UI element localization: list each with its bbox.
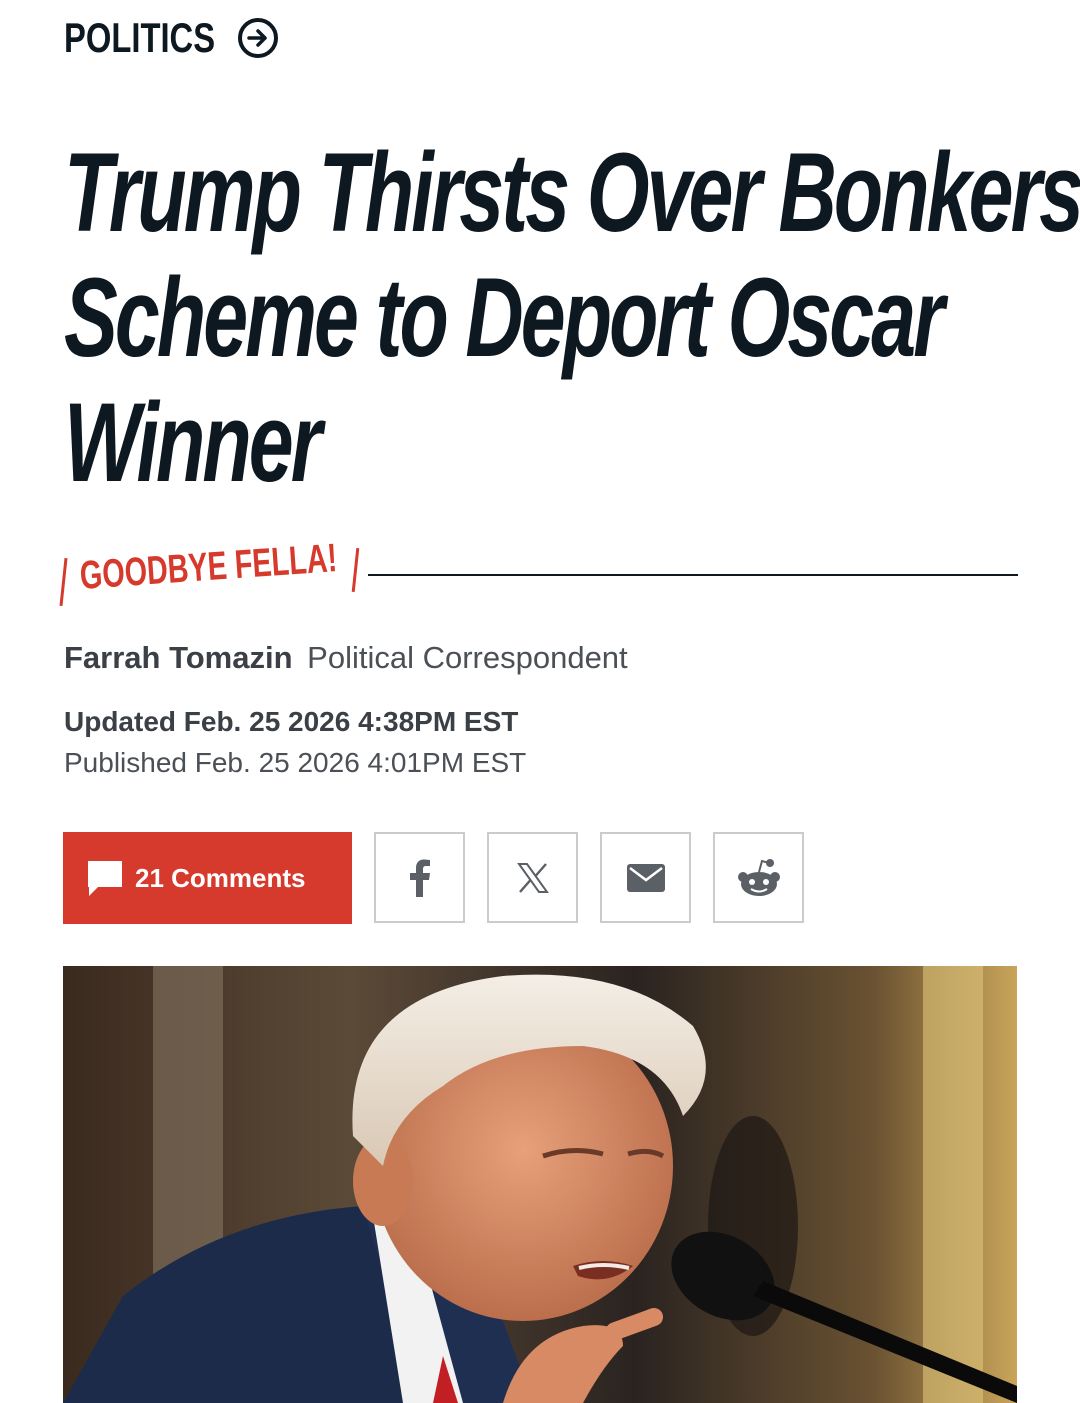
comments-button[interactable]: 21 Comments [63, 832, 352, 924]
facebook-icon [409, 859, 430, 897]
hero-image [63, 966, 1017, 1403]
headline-line: Trump Thirsts Over Bonkers [64, 130, 1080, 255]
reddit-icon [737, 858, 780, 896]
published-timestamp: Published Feb. 25 2026 4:01PM EST [64, 747, 527, 778]
share-reddit-button[interactable] [713, 832, 804, 923]
comments-label: 21 Comments [135, 862, 306, 893]
email-icon [626, 863, 665, 892]
author-name[interactable]: Farrah Tomazin [64, 640, 293, 675]
comment-icon [88, 861, 122, 896]
headline: Trump Thirsts Over Bonkers Scheme to Dep… [64, 130, 1080, 505]
share-bar: 21 Comments [63, 832, 804, 924]
updated-timestamp: Updated Feb. 25 2026 4:38PM EST [64, 706, 519, 737]
section-link[interactable]: POLITICS [64, 14, 278, 62]
author-role: Political Correspondent [307, 640, 628, 675]
byline: Farrah Tomazin Political Correspondent [64, 640, 628, 676]
share-facebook-button[interactable] [374, 832, 465, 923]
kicker: GOODBYE FELLA! [59, 536, 1018, 608]
kicker-bar [351, 547, 360, 593]
kicker-bar [59, 557, 68, 607]
divider [368, 574, 1018, 576]
share-x-button[interactable] [487, 832, 578, 923]
arrow-right-circle-icon[interactable] [237, 18, 278, 58]
section-label[interactable]: POLITICS [64, 14, 215, 62]
headline-line: Winner [64, 380, 322, 505]
x-icon [516, 862, 549, 893]
share-email-button[interactable] [600, 832, 691, 923]
headline-line: Scheme to Deport Oscar [64, 255, 945, 380]
kicker-text: GOODBYE FELLA! [78, 536, 339, 598]
